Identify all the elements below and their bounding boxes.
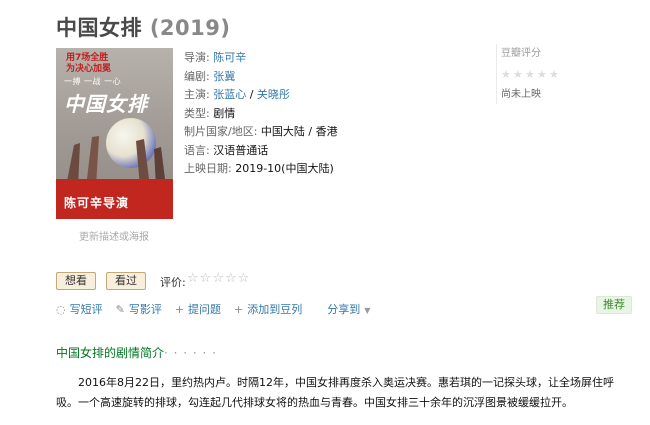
- rating-label: 豆瓣评分: [501, 48, 541, 59]
- share-dropdown[interactable]: 分享到 ▼: [327, 301, 370, 317]
- poster-headline: 用7场全胜 为决心加冕: [66, 53, 112, 74]
- summary-heading: 中国女排的剧情简介· · · · · ·: [56, 346, 217, 360]
- rate-stars-input[interactable]: ☆ ☆ ☆ ☆ ☆: [187, 272, 249, 286]
- star-outline-icon[interactable]: ☆: [212, 272, 224, 286]
- star-outline-icon[interactable]: ☆: [238, 272, 250, 286]
- poster-title: 中国女排: [64, 92, 148, 116]
- cast-row: 主演: 张蓝心 / 关晓彤: [184, 88, 290, 101]
- plus-icon: +: [174, 302, 185, 316]
- star-icon: ★: [525, 68, 535, 81]
- rating-panel: 豆瓣评分 ★ ★ ★ ★ ★ 尚未上映: [496, 44, 626, 104]
- update-poster-link[interactable]: 更新描述或海报: [79, 228, 149, 243]
- movie-title: 中国女排: [56, 16, 142, 40]
- genre-row: 类型: 剧情: [184, 106, 236, 120]
- recommend-button[interactable]: 推荐: [596, 296, 632, 314]
- write-short-review-link[interactable]: ◌ 写短评: [56, 301, 103, 317]
- writer-link[interactable]: 张冀: [213, 70, 235, 83]
- add-to-list-link[interactable]: + 添加到豆列: [234, 301, 302, 317]
- director-row: 导演: 陈可辛: [184, 51, 247, 64]
- region-row: 制片国家/地区: 中国大陆 / 香港: [184, 125, 338, 138]
- watched-button[interactable]: 看过: [106, 272, 146, 290]
- movie-poster[interactable]: 用7场全胜 为决心加冕 一搏 一战 一心 中国女排 陈可辛导演: [56, 48, 173, 219]
- star-outline-icon[interactable]: ☆: [225, 272, 237, 286]
- plus-icon: +: [234, 302, 244, 316]
- star-icon: ★: [501, 68, 511, 81]
- cast-link-2[interactable]: 关晓彤: [257, 88, 290, 101]
- write-review-link[interactable]: ✎ 写影评: [116, 301, 162, 317]
- language-row: 语言: 汉语普通话: [184, 143, 269, 157]
- star-icon: ★: [513, 68, 523, 81]
- action-bar: ◌ 写短评 ✎ 写影评 + 提问题 + 添加到豆列 分享到 ▼: [56, 301, 370, 317]
- poster-director: 陈可辛导演: [64, 196, 130, 210]
- writer-row: 编剧: 张冀: [184, 69, 236, 83]
- star-icon: ★: [549, 68, 559, 81]
- movie-info: 导演: 陈可辛 编剧: 张冀 主演: 张蓝心 / 关晓彤 类型: 剧情 制片国家…: [184, 49, 338, 179]
- star-outline-icon[interactable]: ☆: [200, 272, 212, 286]
- summary-text: 2016年8月22日，里约热内卢。时隔12年，中国女排再度杀入奥运决赛。惠若琪的…: [56, 376, 614, 409]
- page-title: 中国女排 (2019): [56, 12, 230, 42]
- star-icon: ★: [537, 68, 547, 81]
- chevron-down-icon: ▼: [364, 306, 371, 315]
- summary-dots: · · · · · ·: [164, 346, 217, 360]
- hands-image: [66, 136, 166, 187]
- rating-stars: ★ ★ ★ ★ ★: [501, 69, 626, 80]
- movie-year: (2019): [149, 16, 231, 40]
- cast-link-1[interactable]: 张蓝心: [213, 88, 246, 101]
- star-outline-icon[interactable]: ☆: [187, 272, 199, 286]
- release-row: 上映日期: 2019-10(中国大陆): [184, 162, 334, 175]
- rate-label: 评价:: [160, 276, 186, 289]
- director-link[interactable]: 陈可辛: [213, 51, 246, 64]
- rating-status: 尚未上映: [501, 89, 541, 100]
- pencil-icon: ✎: [115, 302, 125, 316]
- ask-question-link[interactable]: + 提问题: [175, 301, 221, 317]
- want-to-watch-button[interactable]: 想看: [56, 272, 96, 290]
- poster-tagline: 一搏 一战 一心: [64, 77, 122, 86]
- speech-bubble-icon: ◌: [56, 302, 66, 316]
